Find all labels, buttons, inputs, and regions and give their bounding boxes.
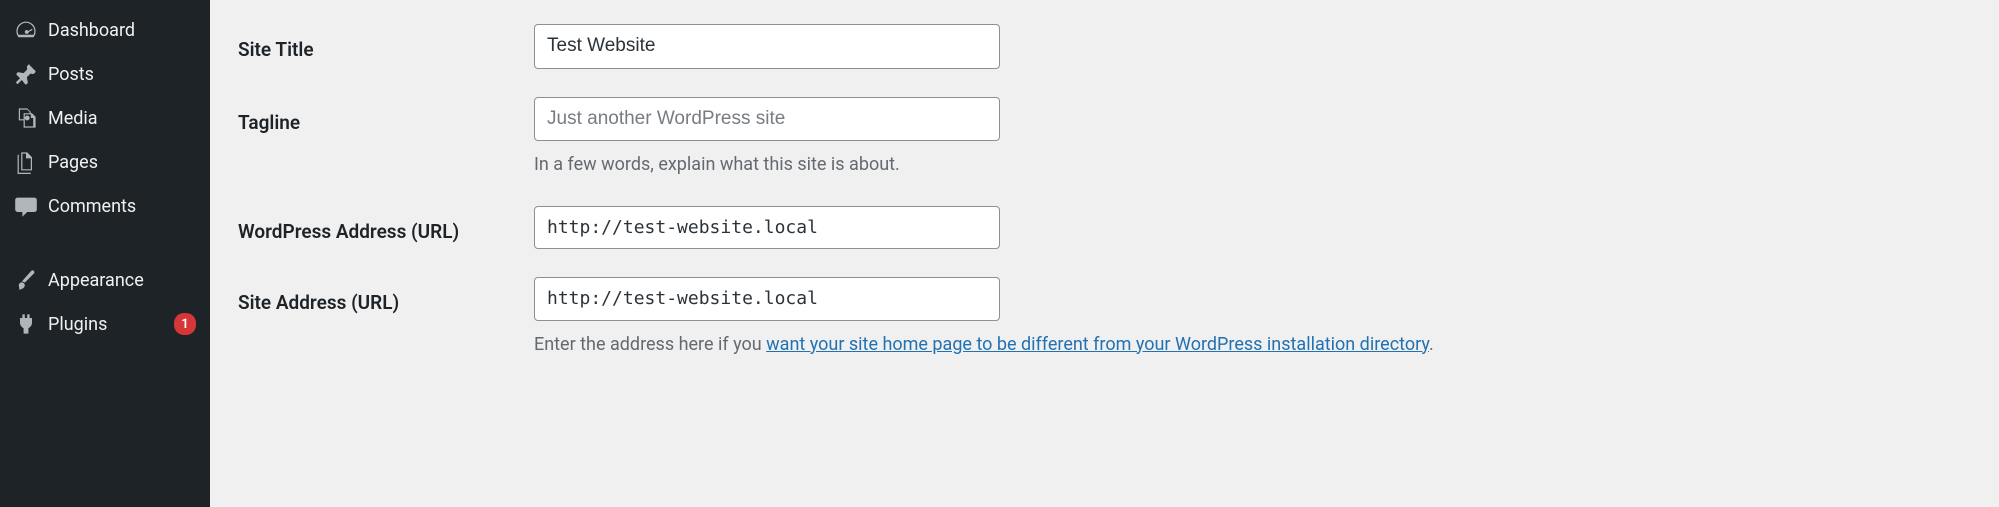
site-address-input[interactable] (534, 277, 1000, 320)
sidebar-item-pages[interactable]: Pages (0, 140, 210, 184)
tagline-label: Tagline (238, 97, 534, 134)
sidebar-item-plugins[interactable]: Plugins 1 (0, 302, 210, 346)
tagline-description: In a few words, explain what this site i… (534, 151, 1971, 178)
wordpress-address-row: WordPress Address (URL) (238, 206, 1971, 249)
sidebar-separator (0, 228, 210, 258)
sidebar-item-comments[interactable]: Comments (0, 184, 210, 228)
sidebar-item-dashboard[interactable]: Dashboard (0, 8, 210, 52)
pin-icon (14, 62, 38, 86)
sidebar-item-label: Appearance (48, 270, 196, 291)
media-icon (14, 106, 38, 130)
site-address-help-link[interactable]: want your site home page to be different… (766, 334, 1429, 355)
sidebar-item-label: Posts (48, 64, 196, 85)
tagline-input[interactable] (534, 97, 1000, 142)
sidebar-item-label: Media (48, 108, 196, 129)
brush-icon (14, 268, 38, 292)
settings-form: Site Title Tagline In a few words, expla… (210, 0, 1999, 507)
comment-icon (14, 194, 38, 218)
site-title-row: Site Title (238, 24, 1971, 69)
wordpress-address-input[interactable] (534, 206, 1000, 249)
sidebar-item-label: Comments (48, 196, 196, 217)
sidebar-item-label: Pages (48, 152, 196, 173)
dashboard-icon (14, 18, 38, 42)
site-address-row: Site Address (URL) Enter the address her… (238, 277, 1971, 357)
sidebar-item-label: Dashboard (48, 20, 196, 41)
site-title-label: Site Title (238, 24, 534, 61)
site-title-input[interactable] (534, 24, 1000, 69)
site-address-label: Site Address (URL) (238, 277, 534, 314)
site-address-description-suffix: . (1429, 334, 1434, 355)
sidebar-item-media[interactable]: Media (0, 96, 210, 140)
sidebar-item-posts[interactable]: Posts (0, 52, 210, 96)
wordpress-address-label: WordPress Address (URL) (238, 206, 534, 243)
site-address-description: Enter the address here if you want your … (534, 331, 1971, 358)
site-address-description-prefix: Enter the address here if you (534, 334, 766, 355)
sidebar-item-appearance[interactable]: Appearance (0, 258, 210, 302)
plug-icon (14, 312, 38, 336)
plugins-update-badge: 1 (174, 313, 196, 335)
pages-icon (14, 150, 38, 174)
admin-sidebar: Dashboard Posts Media Pages Comments App… (0, 0, 210, 507)
tagline-row: Tagline In a few words, explain what thi… (238, 97, 1971, 179)
sidebar-item-label: Plugins (48, 314, 164, 335)
